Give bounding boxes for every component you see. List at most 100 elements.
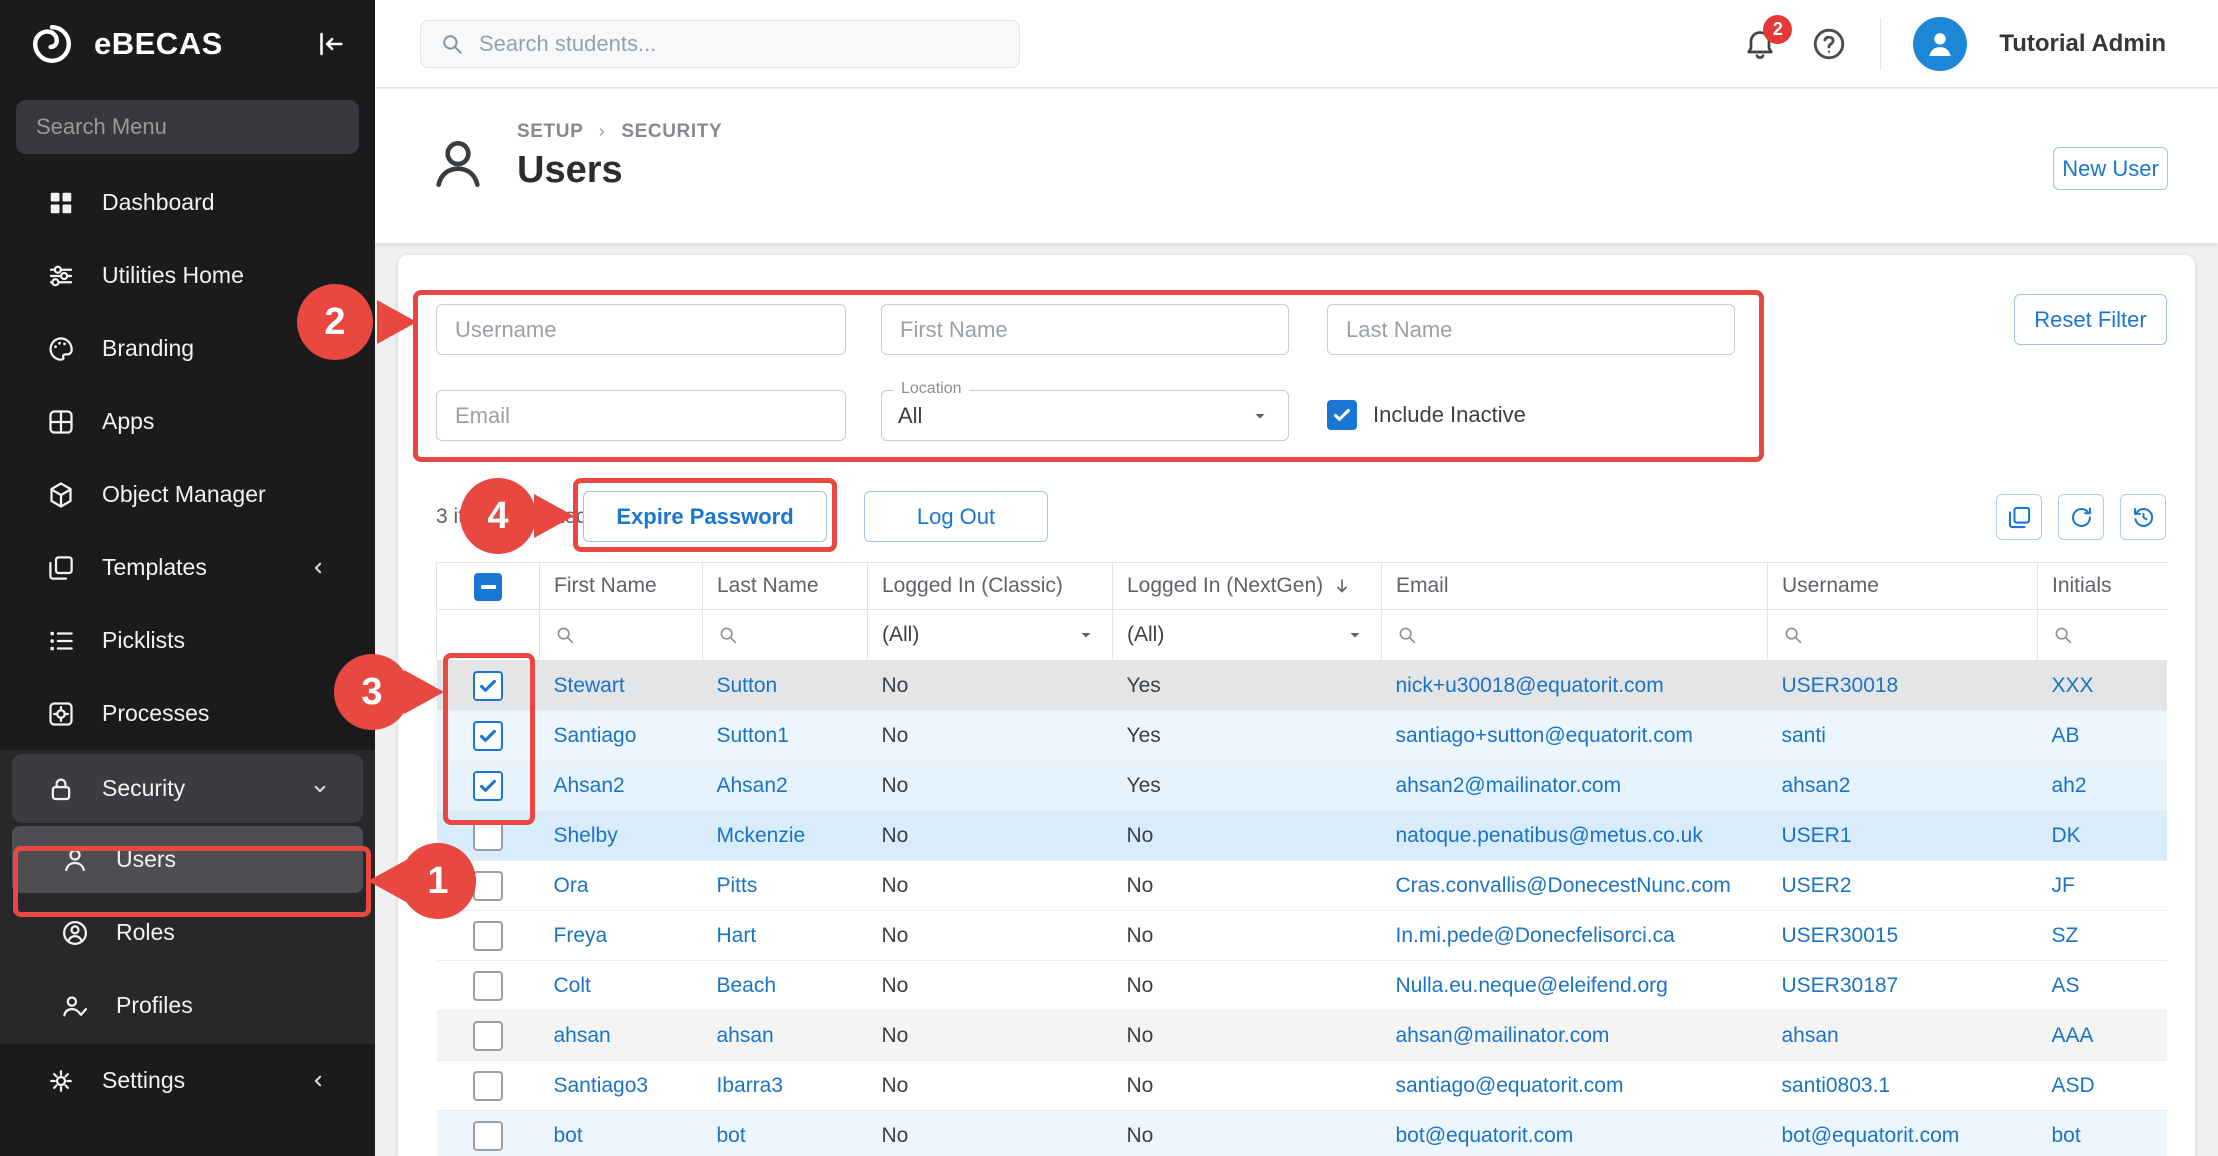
cell-last-name[interactable]: Hart xyxy=(703,911,868,961)
sidebar-item-processes[interactable]: Processes xyxy=(0,677,375,750)
filter-email-input[interactable] xyxy=(436,390,846,441)
table-row[interactable]: Colt Beach No No Nulla.eu.neque@eleifend… xyxy=(437,961,2168,1011)
col-filter-classic-select[interactable]: (All) xyxy=(882,623,1098,647)
cell-email[interactable]: Cras.convallis@DonecestNunc.com xyxy=(1382,861,1768,911)
cell-initials[interactable]: ah2 xyxy=(2038,761,2168,811)
sidebar-item-object-manager[interactable]: Object Manager xyxy=(0,458,375,531)
row-checkbox[interactable] xyxy=(473,771,503,801)
cell-initials[interactable]: SZ xyxy=(2038,911,2168,961)
cell-first-name[interactable]: Ahsan2 xyxy=(540,761,703,811)
sidebar-item-roles[interactable]: Roles xyxy=(0,896,375,969)
cell-initials[interactable]: JF xyxy=(2038,861,2168,911)
col-header-logged-in-classic[interactable]: Logged In (Classic) xyxy=(868,563,1113,610)
table-row[interactable]: Stewart Sutton No Yes nick+u30018@equato… xyxy=(437,661,2168,711)
row-checkbox[interactable] xyxy=(473,671,503,701)
row-checkbox[interactable] xyxy=(473,921,503,951)
new-user-button[interactable]: New User xyxy=(2053,147,2168,190)
cell-username[interactable]: santi0803.1 xyxy=(1768,1061,2038,1111)
col-header-email[interactable]: Email xyxy=(1382,563,1768,610)
cell-username[interactable]: santi xyxy=(1768,711,2038,761)
filter-username-input[interactable] xyxy=(436,304,846,355)
row-checkbox[interactable] xyxy=(473,721,503,751)
row-checkbox[interactable] xyxy=(473,971,503,1001)
cell-first-name[interactable]: Santiago3 xyxy=(540,1061,703,1111)
cell-first-name[interactable]: Shelby xyxy=(540,811,703,861)
export-button[interactable] xyxy=(1996,494,2042,540)
breadcrumb-setup[interactable]: SETUP xyxy=(517,121,583,143)
cell-email[interactable]: santiago+sutton@equatorit.com xyxy=(1382,711,1768,761)
cell-last-name[interactable]: Ibarra3 xyxy=(703,1061,868,1111)
cell-first-name[interactable]: bot xyxy=(540,1111,703,1156)
row-checkbox[interactable] xyxy=(473,871,503,901)
table-row[interactable]: Ahsan2 Ahsan2 No Yes ahsan2@mailinator.c… xyxy=(437,761,2168,811)
cell-email[interactable]: nick+u30018@equatorit.com xyxy=(1382,661,1768,711)
cell-email[interactable]: natoque.penatibus@metus.co.uk xyxy=(1382,811,1768,861)
cell-username[interactable]: USER2 xyxy=(1768,861,2038,911)
table-row[interactable]: Santiago Sutton1 No Yes santiago+sutton@… xyxy=(437,711,2168,761)
cell-email[interactable]: ahsan@mailinator.com xyxy=(1382,1011,1768,1061)
cell-last-name[interactable]: Sutton1 xyxy=(703,711,868,761)
user-avatar[interactable] xyxy=(1913,17,1967,71)
sidebar-item-profiles[interactable]: Profiles xyxy=(0,969,375,1042)
cell-initials[interactable]: AB xyxy=(2038,711,2168,761)
location-select[interactable]: Location All xyxy=(881,390,1289,441)
cell-first-name[interactable]: Stewart xyxy=(540,661,703,711)
cell-first-name[interactable]: Freya xyxy=(540,911,703,961)
cell-first-name[interactable]: Colt xyxy=(540,961,703,1011)
sidebar-item-picklists[interactable]: Picklists xyxy=(0,604,375,677)
student-search-input[interactable] xyxy=(479,31,1001,57)
sidebar-item-users[interactable]: Users xyxy=(12,826,363,893)
sidebar-item-apps[interactable]: Apps xyxy=(0,385,375,458)
cell-username[interactable]: ahsan xyxy=(1768,1011,2038,1061)
col-header-username[interactable]: Username xyxy=(1768,563,2038,610)
sidebar-item-dashboard[interactable]: Dashboard xyxy=(0,166,375,239)
filter-first-name-input[interactable] xyxy=(881,304,1289,355)
col-filter-email[interactable] xyxy=(1396,624,1753,646)
cell-last-name[interactable]: Beach xyxy=(703,961,868,1011)
table-row[interactable]: bot bot No No bot@equatorit.com bot@equa… xyxy=(437,1111,2168,1156)
cell-initials[interactable]: bot xyxy=(2038,1111,2168,1156)
cell-first-name[interactable]: Ora xyxy=(540,861,703,911)
sidebar-item-security[interactable]: Security xyxy=(12,754,363,823)
cell-last-name[interactable]: Ahsan2 xyxy=(703,761,868,811)
col-filter-username[interactable] xyxy=(1782,624,2023,646)
expire-password-button[interactable]: Expire Password xyxy=(583,491,827,542)
table-row[interactable]: Ora Pitts No No Cras.convallis@DonecestN… xyxy=(437,861,2168,911)
select-all-checkbox[interactable] xyxy=(474,573,502,601)
sidebar-item-branding[interactable]: Branding xyxy=(0,312,375,385)
cell-last-name[interactable]: Sutton xyxy=(703,661,868,711)
row-checkbox[interactable] xyxy=(473,821,503,851)
reset-filter-button[interactable]: Reset Filter xyxy=(2014,294,2167,345)
filter-last-name-input[interactable] xyxy=(1327,304,1735,355)
cell-initials[interactable]: DK xyxy=(2038,811,2168,861)
cell-initials[interactable]: AAA xyxy=(2038,1011,2168,1061)
col-header-first-name[interactable]: First Name xyxy=(540,563,703,610)
cell-username[interactable]: USER30187 xyxy=(1768,961,2038,1011)
refresh-button[interactable] xyxy=(2058,494,2104,540)
notifications-button[interactable]: 2 xyxy=(1742,25,1778,63)
include-inactive-checkbox[interactable] xyxy=(1327,400,1357,430)
cell-username[interactable]: ahsan2 xyxy=(1768,761,2038,811)
cell-initials[interactable]: AS xyxy=(2038,961,2168,1011)
cell-last-name[interactable]: Mckenzie xyxy=(703,811,868,861)
cell-username[interactable]: USER30018 xyxy=(1768,661,2038,711)
cell-initials[interactable]: ASD xyxy=(2038,1061,2168,1111)
cell-email[interactable]: In.mi.pede@Donecfelisorci.ca xyxy=(1382,911,1768,961)
cell-email[interactable]: santiago@equatorit.com xyxy=(1382,1061,1768,1111)
row-checkbox[interactable] xyxy=(473,1021,503,1051)
breadcrumb-security[interactable]: SECURITY xyxy=(621,121,722,143)
cell-username[interactable]: USER30015 xyxy=(1768,911,2038,961)
cell-first-name[interactable]: Santiago xyxy=(540,711,703,761)
cell-email[interactable]: bot@equatorit.com xyxy=(1382,1111,1768,1156)
col-filter-initials[interactable] xyxy=(2052,624,2153,646)
sidebar-collapse-icon[interactable] xyxy=(313,27,347,61)
cell-email[interactable]: Nulla.eu.neque@eleifend.org xyxy=(1382,961,1768,1011)
cell-first-name[interactable]: ahsan xyxy=(540,1011,703,1061)
cell-email[interactable]: ahsan2@mailinator.com xyxy=(1382,761,1768,811)
table-row[interactable]: ahsan ahsan No No ahsan@mailinator.com a… xyxy=(437,1011,2168,1061)
table-row[interactable]: Shelby Mckenzie No No natoque.penatibus@… xyxy=(437,811,2168,861)
cell-last-name[interactable]: Pitts xyxy=(703,861,868,911)
cell-initials[interactable]: XXX xyxy=(2038,661,2168,711)
table-row[interactable]: Freya Hart No No In.mi.pede@Donecfelisor… xyxy=(437,911,2168,961)
table-row[interactable]: Santiago3 Ibarra3 No No santiago@equator… xyxy=(437,1061,2168,1111)
